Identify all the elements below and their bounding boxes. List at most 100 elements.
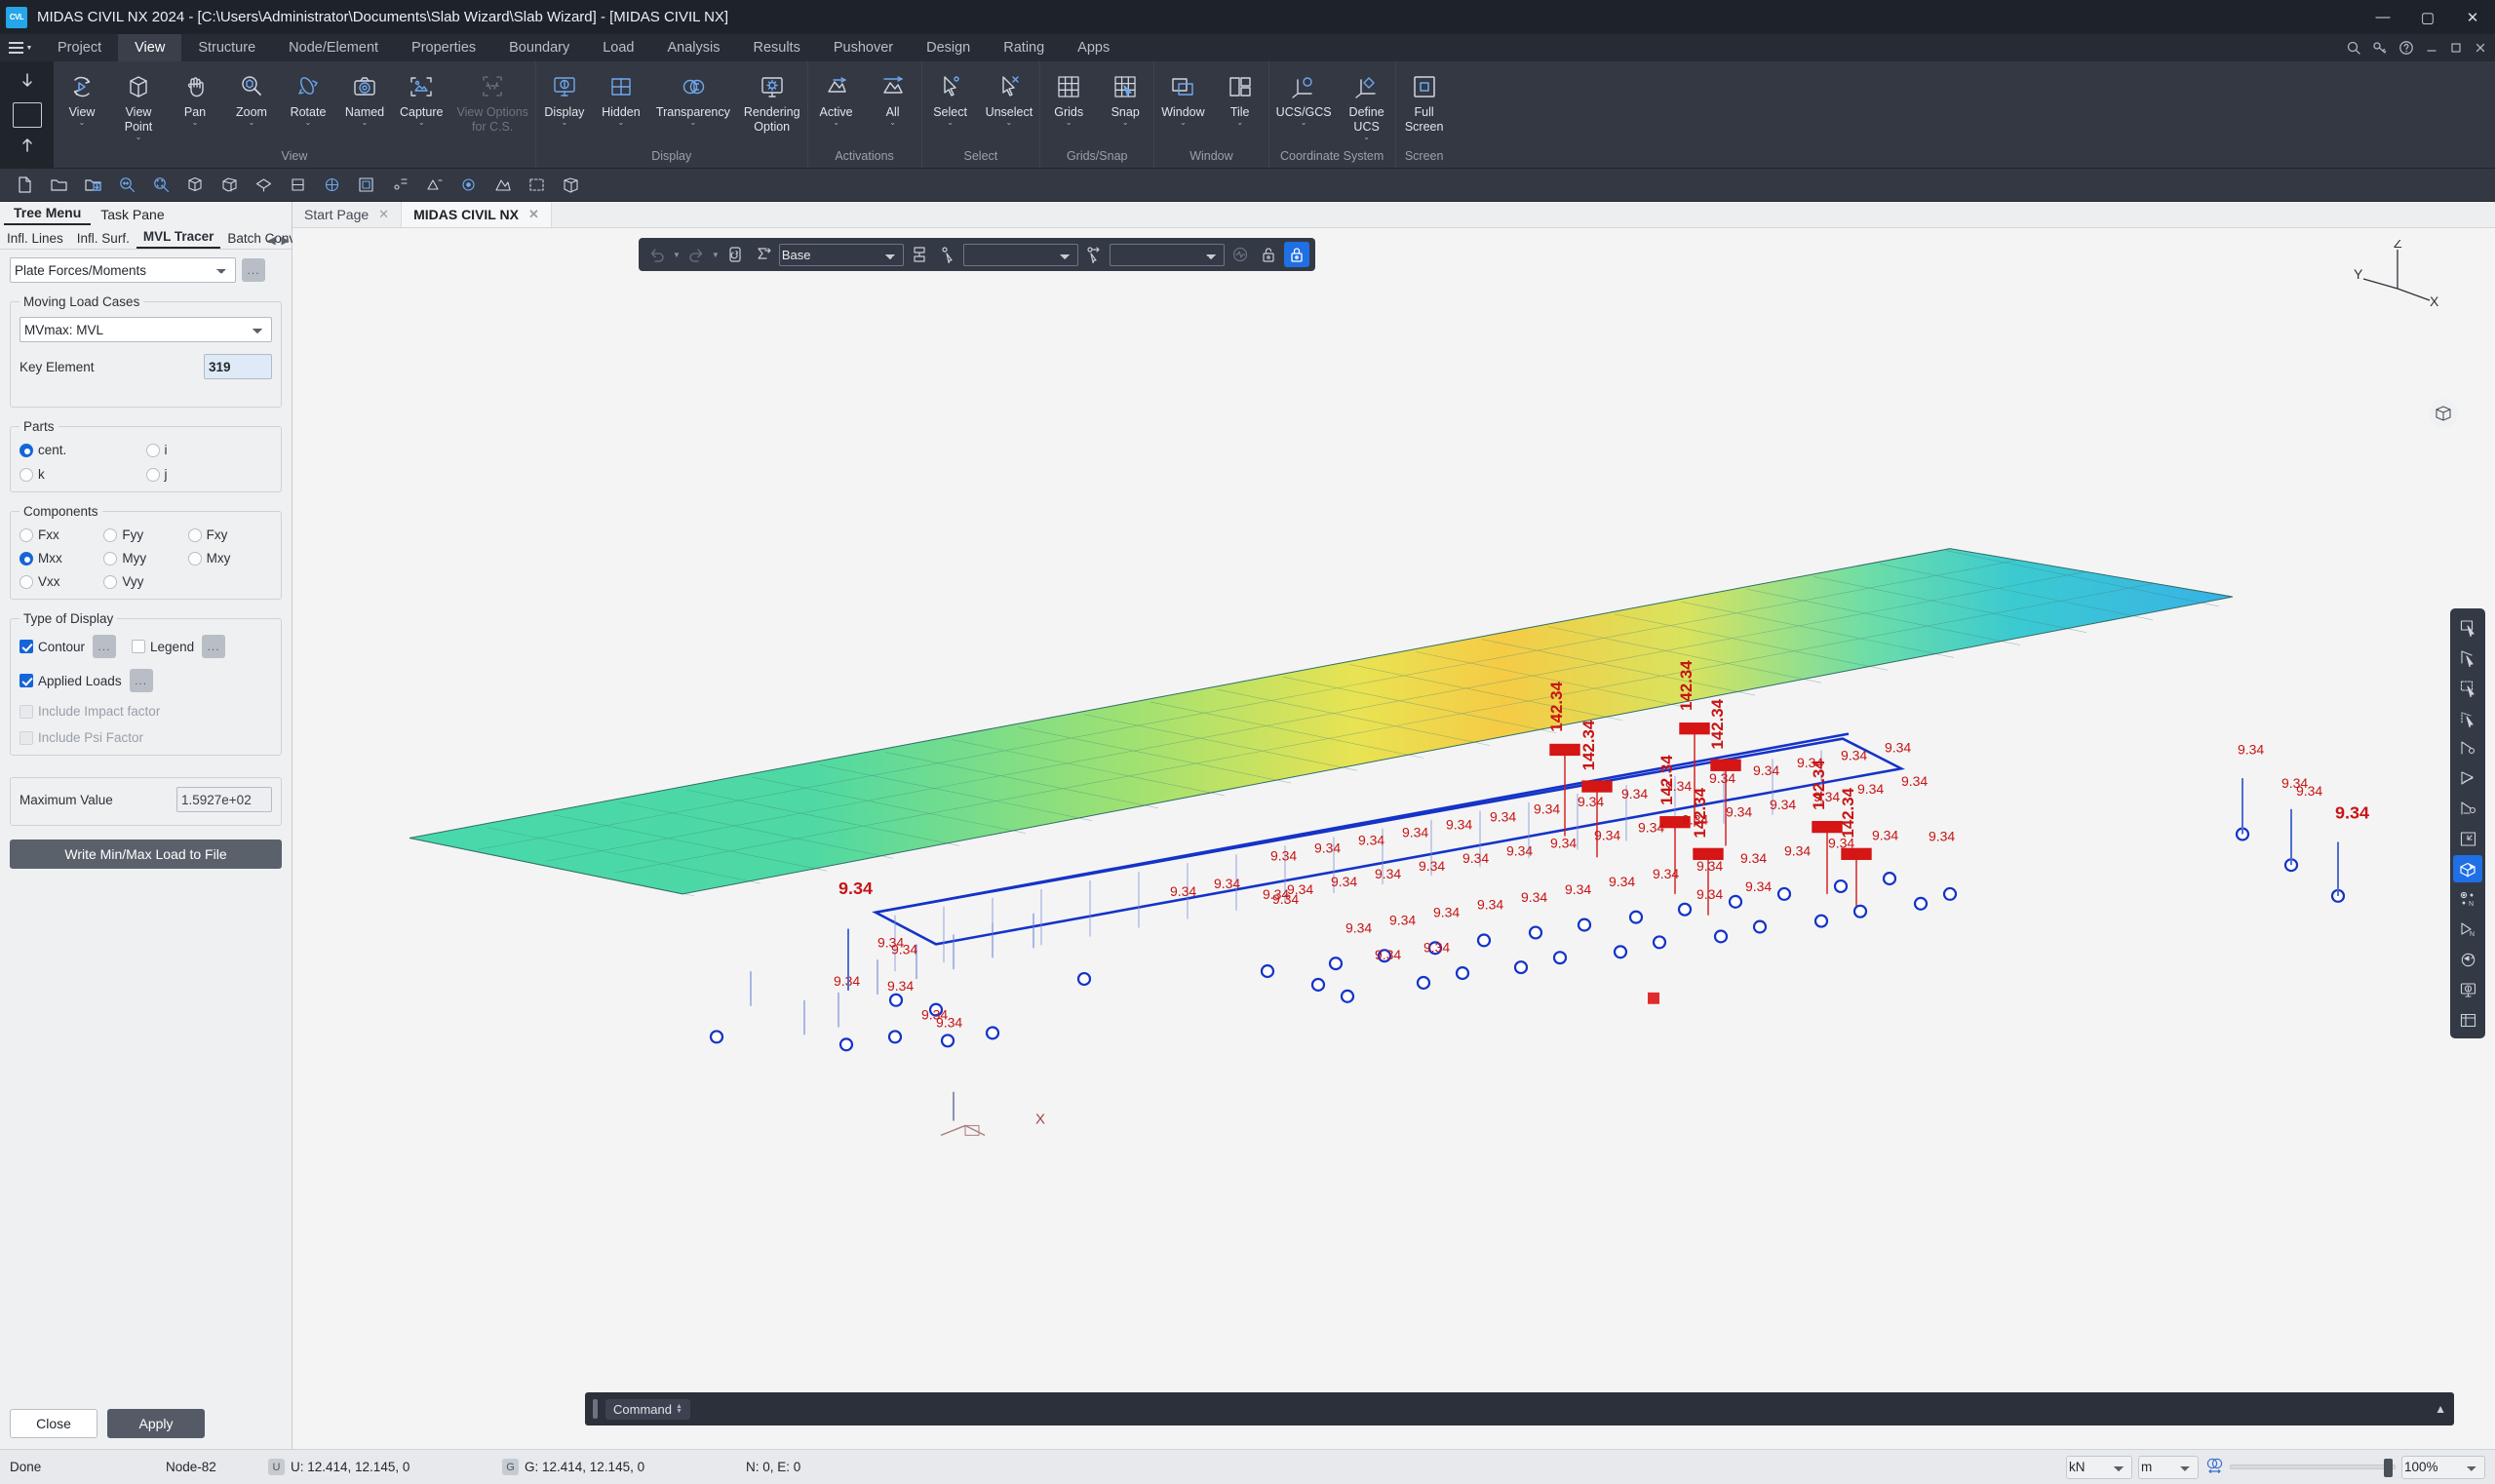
contour-options-button[interactable]: ... [93, 635, 116, 658]
chevron-down-icon[interactable]: ⌄ [889, 120, 896, 126]
scroll-left-icon[interactable]: ◀ [267, 234, 275, 247]
key-element-input[interactable] [204, 354, 272, 379]
stage-table-icon[interactable] [907, 242, 932, 267]
select-node-number-icon[interactable]: N [2453, 885, 2482, 913]
key-icon[interactable] [2372, 40, 2388, 56]
ribbon-button-capture[interactable]: Capture ⌄ [393, 69, 449, 126]
minimize-button[interactable]: — [2360, 0, 2405, 34]
lock-icon[interactable] [1284, 242, 1309, 267]
select-previous-icon[interactable] [2453, 825, 2482, 852]
ribbon-button-all[interactable]: All ⌄ [865, 69, 921, 126]
ribbon-pin-column[interactable] [0, 61, 54, 168]
ribbon-tab-project[interactable]: Project [41, 34, 118, 61]
select-intersect-icon[interactable] [2453, 734, 2482, 762]
ribbon-tab-analysis[interactable]: Analysis [650, 34, 736, 61]
result-type-options-button[interactable]: ... [242, 258, 265, 282]
chevron-down-icon[interactable]: ⌄ [690, 120, 697, 126]
chevron-down-icon[interactable]: ⌄ [305, 120, 312, 126]
ribbon-tab-structure[interactable]: Structure [181, 34, 272, 61]
hidden-line-icon[interactable] [522, 172, 552, 199]
ribbon-tab-boundary[interactable]: Boundary [492, 34, 586, 61]
command-spinner-icon[interactable]: ▲▼ [676, 1404, 682, 1414]
ribbon-button-grids[interactable]: Grids ⌄ [1040, 69, 1097, 126]
ribbon-button-rotate[interactable]: Rotate ⌄ [280, 69, 336, 126]
scroll-right-icon[interactable]: ▶ [282, 234, 290, 247]
moving-load-case-select[interactable]: MVmax: MVLMVmin: MVLMVall: MVL [19, 317, 272, 342]
ribbon-button-zoom[interactable]: Zoom ⌄ [223, 69, 280, 126]
stage-step-icon[interactable] [751, 242, 776, 267]
element-number-icon[interactable] [419, 172, 449, 199]
command-bar[interactable]: Command ▲▼ ▲ [585, 1392, 2454, 1425]
select-element-number-icon[interactable]: N [2453, 916, 2482, 943]
chevron-down-icon[interactable]: ⌄ [1066, 120, 1072, 126]
chevron-down-icon[interactable]: ⌄ [1363, 135, 1370, 140]
construction-stage-select[interactable]: BaseCS1CS2Post CS [779, 244, 904, 266]
chevron-down-icon[interactable]: ⌄ [136, 135, 142, 140]
command-bar-drag-handle[interactable] [593, 1399, 598, 1419]
select-polygon-icon[interactable] [2453, 644, 2482, 671]
ribbon-button-named[interactable]: Named ⌄ [336, 69, 393, 126]
tab-infl-surf[interactable]: Infl. Surf. [70, 229, 136, 249]
radio-component-fyy[interactable]: Fyy [103, 527, 187, 542]
unlock-icon[interactable] [1256, 242, 1281, 267]
display-element-icon[interactable] [487, 172, 518, 199]
select-node-icon[interactable] [1081, 242, 1107, 267]
chevron-down-icon[interactable]: ⌄ [362, 120, 369, 126]
zoom-slider-knob[interactable] [2384, 1459, 2393, 1477]
tab-mvl-tracer[interactable]: MVL Tracer [136, 227, 221, 249]
ribbon-tab-view[interactable]: View [118, 34, 181, 61]
select-window-icon[interactable] [2453, 674, 2482, 701]
command-input[interactable]: Command ▲▼ [605, 1399, 690, 1420]
wire-frame-icon[interactable] [556, 172, 586, 199]
main-menu-button[interactable]: ▼ [0, 34, 41, 61]
radio-part-k[interactable]: k [19, 467, 146, 482]
view-cube-button[interactable] [2429, 399, 2458, 428]
ribbon-tab-pushover[interactable]: Pushover [817, 34, 910, 61]
close-icon[interactable]: ✕ [378, 207, 389, 222]
ribbon-tab-design[interactable]: Design [910, 34, 987, 61]
minimize-ribbon-button[interactable] [2425, 41, 2438, 55]
new-file-icon[interactable] [10, 172, 40, 199]
ribbon-button-ucs-gcs[interactable]: UCS/GCS ⌄ [1269, 69, 1339, 126]
tab-infl-lines[interactable]: Infl. Lines [0, 229, 70, 249]
ribbon-tab-node-element[interactable]: Node/Element [272, 34, 395, 61]
radio-part-i[interactable]: i [146, 443, 273, 457]
chevron-down-icon[interactable]: ⌄ [1006, 120, 1013, 126]
chevron-down-icon[interactable]: ▼ [673, 251, 681, 259]
chevron-down-icon[interactable]: ⌄ [1236, 120, 1243, 126]
tab-task-pane[interactable]: Task Pane [91, 205, 174, 225]
chevron-down-icon[interactable]: ▼ [712, 251, 720, 259]
length-unit-select[interactable]: mcmmmftin [2138, 1456, 2199, 1479]
help-icon[interactable] [2398, 40, 2414, 56]
close-button-panel[interactable]: Close [10, 1409, 97, 1438]
radio-part-cent[interactable]: cent. [19, 443, 146, 457]
ribbon-button-transparency[interactable]: Transparency ⌄ [649, 69, 737, 126]
chevron-down-icon[interactable]: ⌄ [1180, 120, 1187, 126]
ribbon-button-window[interactable]: Window ⌄ [1154, 69, 1211, 126]
ribbon-tab-properties[interactable]: Properties [395, 34, 492, 61]
transparency-icon[interactable] [2204, 1456, 2224, 1478]
chevron-down-icon[interactable]: ⌄ [1122, 120, 1129, 126]
shrink-icon[interactable] [351, 172, 381, 199]
ribbon-button-view[interactable]: View ⌄ [54, 69, 110, 126]
search-icon[interactable] [2346, 40, 2361, 56]
radio-component-fxx[interactable]: Fxx [19, 527, 103, 542]
ribbon-button-active[interactable]: Active ⌄ [808, 69, 865, 126]
select-identity-icon[interactable] [2453, 855, 2482, 882]
write-min-max-load-button[interactable]: Write Min/Max Load to File [10, 840, 282, 869]
radio-component-vxx[interactable]: Vxx [19, 574, 103, 589]
display-node-icon[interactable] [453, 172, 484, 199]
checkbox-applied-loads[interactable]: Applied Loads [19, 674, 122, 688]
boundary-group-select[interactable] [1110, 244, 1225, 266]
ribbon-button-unselect[interactable]: Unselect ⌄ [979, 69, 1040, 126]
ribbon-button-define-ucs[interactable]: Define UCS ⌄ [1339, 69, 1395, 140]
zoom-slider[interactable] [2230, 1464, 2396, 1469]
save-as-icon[interactable] [78, 172, 108, 199]
radio-component-myy[interactable]: Myy [103, 551, 187, 566]
chevron-down-icon[interactable]: ⌄ [418, 120, 425, 126]
ribbon-tab-rating[interactable]: Rating [987, 34, 1061, 61]
ribbon-button-pan[interactable]: Pan ⌄ [167, 69, 223, 126]
radio-component-mxy[interactable]: Mxy [188, 551, 272, 566]
ribbon-button-tile[interactable]: Tile ⌄ [1212, 69, 1268, 126]
rotate-select-icon[interactable] [2453, 946, 2482, 973]
